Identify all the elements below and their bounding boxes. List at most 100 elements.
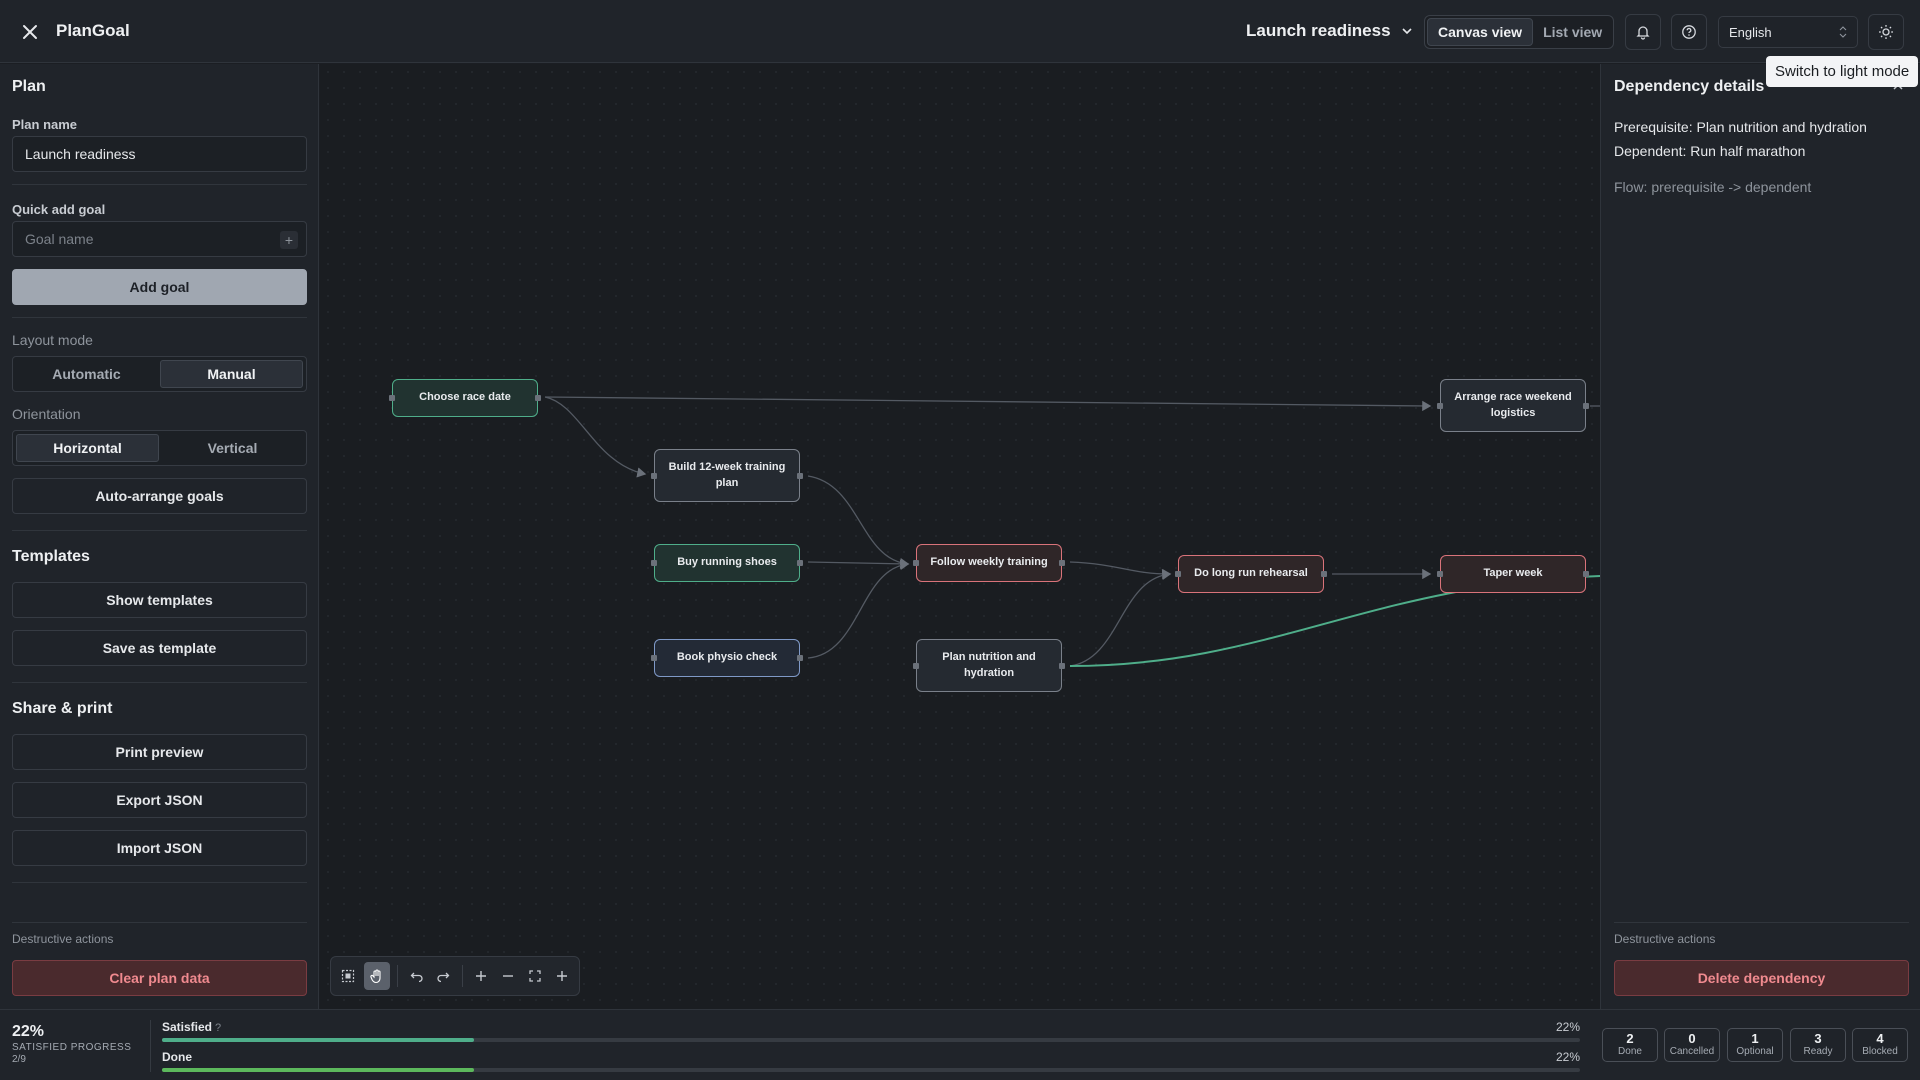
destructive-label: Destructive actions bbox=[1614, 932, 1716, 946]
goal-node[interactable]: Do long run rehearsal bbox=[1175, 555, 1327, 593]
chevron-down-icon bbox=[1401, 28, 1412, 35]
layout-automatic-button[interactable]: Automatic bbox=[16, 360, 157, 388]
templates-heading: Templates bbox=[12, 548, 90, 565]
import-json-button[interactable]: Import JSON bbox=[12, 830, 307, 866]
edge[interactable] bbox=[1069, 561, 1172, 580]
canvas-view-button[interactable]: Canvas view bbox=[1427, 18, 1534, 46]
edge[interactable] bbox=[1069, 569, 1172, 667]
divider bbox=[1614, 922, 1909, 923]
progress-percent: 22% bbox=[12, 1023, 45, 1040]
dependent-text: Dependent: Run half marathon bbox=[1614, 143, 1806, 159]
goal-node[interactable]: Plan nutrition and hydration bbox=[913, 639, 1065, 692]
notifications-button[interactable] bbox=[1625, 14, 1661, 50]
done-bar-track bbox=[162, 1068, 1580, 1072]
add-goal-button[interactable]: Add goal bbox=[12, 269, 307, 305]
edge[interactable] bbox=[807, 559, 910, 659]
redo-icon[interactable] bbox=[432, 964, 455, 988]
divider bbox=[12, 922, 307, 923]
pan-tool-icon[interactable] bbox=[363, 962, 391, 990]
divider bbox=[12, 184, 307, 185]
zoom-in-icon[interactable] bbox=[470, 964, 493, 988]
print-preview-button[interactable]: Print preview bbox=[12, 734, 307, 770]
top-bar: PlanGoal Launch readiness Canvas view Li… bbox=[0, 0, 1920, 63]
plan-selector[interactable]: Launch readiness bbox=[1246, 21, 1413, 41]
edge[interactable] bbox=[807, 558, 910, 570]
quick-add-label: Quick add goal bbox=[12, 202, 106, 217]
orientation-label: Orientation bbox=[12, 406, 81, 422]
stat-cancelled[interactable]: 0 Cancelled bbox=[1664, 1028, 1720, 1062]
close-icon[interactable] bbox=[18, 20, 42, 44]
canvas-toolbar bbox=[330, 956, 580, 996]
dependency-title: Dependency details bbox=[1614, 78, 1765, 95]
theme-toggle-button[interactable] bbox=[1868, 14, 1904, 50]
divider bbox=[12, 682, 307, 683]
edge[interactable] bbox=[544, 396, 1432, 412]
list-view-button[interactable]: List view bbox=[1533, 18, 1612, 46]
app-title: PlanGoal bbox=[56, 21, 130, 40]
dependency-panel: Dependency details Prerequisite: Plan nu… bbox=[1600, 64, 1920, 1009]
language-select[interactable]: English bbox=[1718, 16, 1858, 48]
fit-view-icon[interactable] bbox=[523, 964, 546, 988]
goal-node[interactable]: Build 12-week training plan bbox=[651, 449, 803, 502]
orientation-vertical-button[interactable]: Vertical bbox=[162, 434, 303, 462]
satisfied-bar-track bbox=[162, 1038, 1580, 1042]
stat-ready[interactable]: 3 Ready bbox=[1790, 1028, 1846, 1062]
select-tool-icon[interactable] bbox=[337, 964, 360, 988]
plus-icon[interactable]: + bbox=[280, 231, 298, 249]
dependency-edges bbox=[544, 396, 1600, 667]
goal-node[interactable]: Taper week bbox=[1437, 555, 1589, 593]
done-bar-percent: 22% bbox=[1555, 1050, 1580, 1064]
plan-name-value: Launch readiness bbox=[25, 146, 136, 162]
help-icon bbox=[1682, 25, 1696, 39]
divider bbox=[12, 530, 307, 531]
clear-plan-button[interactable]: Clear plan data bbox=[12, 960, 307, 996]
auto-arrange-button[interactable]: Auto-arrange goals bbox=[12, 478, 307, 514]
goal-node[interactable]: Buy running shoes bbox=[651, 544, 803, 582]
orientation-toggle: Horizontal Vertical bbox=[12, 430, 307, 466]
select-arrows-icon bbox=[1839, 26, 1847, 38]
help-button[interactable] bbox=[1671, 14, 1707, 50]
stat-done[interactable]: 2 Done bbox=[1602, 1028, 1658, 1062]
zoom-out-icon[interactable] bbox=[497, 964, 520, 988]
goal-name-input[interactable]: Goal name + bbox=[12, 221, 307, 257]
goal-node[interactable]: Book physio check bbox=[651, 639, 803, 677]
share-heading: Share & print bbox=[12, 700, 113, 717]
show-templates-button[interactable]: Show templates bbox=[12, 582, 307, 618]
edge[interactable] bbox=[544, 396, 647, 478]
progress-count: 2/9 bbox=[12, 1054, 26, 1065]
destructive-label: Destructive actions bbox=[12, 932, 114, 946]
help-icon[interactable]: ? bbox=[215, 1022, 221, 1034]
goal-name-placeholder: Goal name bbox=[25, 231, 94, 247]
language-value: English bbox=[1729, 24, 1772, 40]
plan-name-input[interactable]: Launch readiness bbox=[12, 136, 307, 172]
delete-dependency-button[interactable]: Delete dependency bbox=[1614, 960, 1909, 996]
theme-tooltip: Switch to light mode bbox=[1766, 56, 1919, 87]
export-json-button[interactable]: Export JSON bbox=[12, 782, 307, 818]
stat-optional[interactable]: 1 Optional bbox=[1727, 1028, 1783, 1062]
done-bar-fill bbox=[162, 1068, 474, 1072]
flow-text: Flow: prerequisite -> dependent bbox=[1614, 179, 1812, 195]
satisfied-bar-fill bbox=[162, 1038, 474, 1042]
goal-canvas[interactable]: Choose race date Build 12-week training … bbox=[320, 64, 1600, 1009]
goal-node[interactable]: Arrange race weekend logistics bbox=[1437, 379, 1589, 432]
goal-node[interactable]: Choose race date bbox=[389, 379, 541, 417]
layout-mode-label: Layout mode bbox=[12, 332, 93, 348]
progress-label: SATISFIED PROGRESS bbox=[12, 1042, 132, 1053]
left-sidebar: Plan Plan name Launch readiness Quick ad… bbox=[0, 64, 319, 1009]
add-node-icon[interactable] bbox=[550, 964, 573, 988]
divider bbox=[12, 317, 307, 318]
edge[interactable] bbox=[807, 475, 910, 569]
progress-bar-footer: 22% SATISFIED PROGRESS 2/9 Satisfied? 22… bbox=[0, 1009, 1920, 1080]
divider bbox=[150, 1020, 151, 1072]
undo-icon[interactable] bbox=[405, 964, 428, 988]
orientation-horizontal-button[interactable]: Horizontal bbox=[16, 434, 159, 462]
satisfied-bar-label: Satisfied? bbox=[162, 1020, 222, 1034]
goal-node[interactable]: Follow weekly training bbox=[913, 544, 1065, 582]
save-template-button[interactable]: Save as template bbox=[12, 630, 307, 666]
done-bar-label: Done bbox=[162, 1050, 192, 1064]
layout-manual-button[interactable]: Manual bbox=[160, 360, 303, 388]
view-toggle: Canvas view List view bbox=[1424, 15, 1614, 49]
stat-blocked[interactable]: 4 Blocked bbox=[1852, 1028, 1908, 1062]
bell-icon bbox=[1636, 26, 1650, 40]
sun-icon bbox=[1879, 25, 1893, 39]
